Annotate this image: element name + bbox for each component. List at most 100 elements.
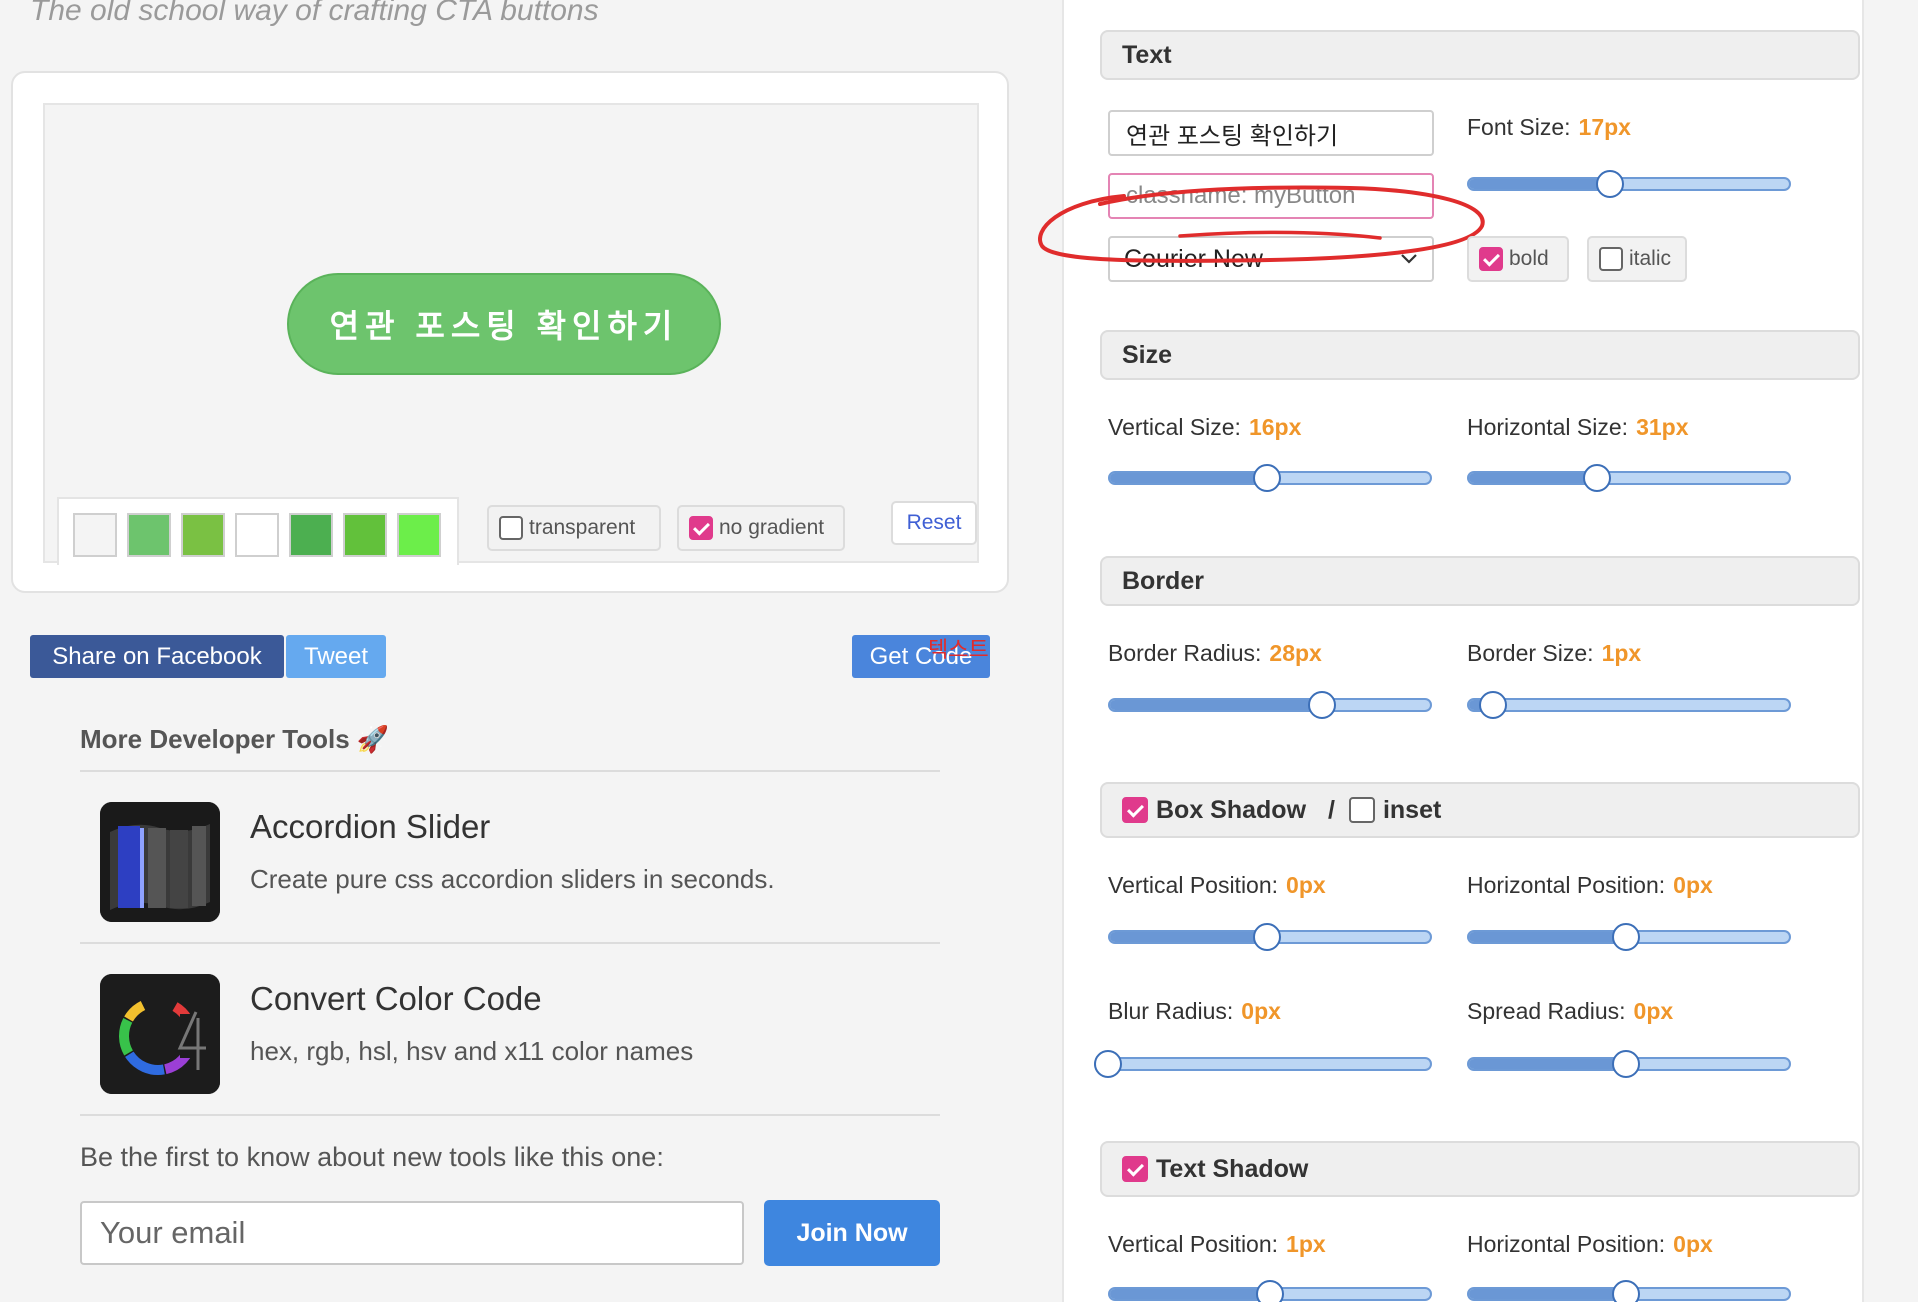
accordion-slider-icon[interactable]: [100, 802, 220, 922]
no-gradient-toggle[interactable]: no gradient: [677, 505, 845, 551]
convert-color-icon[interactable]: [100, 974, 220, 1094]
slider-track[interactable]: [1467, 471, 1791, 485]
box-shadow-horizontal-label: Horizontal Position: 0px: [1467, 872, 1713, 898]
vertical-size-slider[interactable]: [1108, 464, 1432, 492]
preview-card: 연관 포스팅 확인하기 transparent no gradient Rese…: [11, 71, 1009, 593]
email-input[interactable]: [80, 1201, 744, 1265]
slider-track[interactable]: [1108, 698, 1432, 712]
color-swatch-bar: [57, 497, 459, 565]
join-now-button[interactable]: Join Now: [764, 1200, 940, 1266]
slider-fill: [1469, 1059, 1626, 1069]
border-size-slider[interactable]: [1467, 691, 1791, 719]
color-swatch[interactable]: [181, 513, 225, 557]
slider-handle[interactable]: [1252, 923, 1281, 951]
border-section-header: Border: [1100, 556, 1860, 606]
slider-handle[interactable]: [1611, 1280, 1640, 1302]
color-swatch[interactable]: [397, 513, 441, 557]
spread-radius-slider[interactable]: [1467, 1050, 1791, 1078]
slider-track[interactable]: [1467, 698, 1791, 712]
slider-track[interactable]: [1467, 177, 1791, 191]
inset-checkbox[interactable]: [1348, 797, 1375, 823]
slider-handle[interactable]: [1611, 923, 1640, 951]
text-shadow-vertical-slider[interactable]: [1108, 1280, 1432, 1302]
tool-title[interactable]: Convert Color Code: [250, 980, 542, 1018]
slider-handle[interactable]: [1595, 170, 1624, 198]
vertical-size-label: Vertical Size: 16px: [1108, 414, 1302, 440]
box-shadow-section-header: Box Shadow / inset: [1100, 782, 1860, 838]
slider-handle[interactable]: [1307, 691, 1336, 719]
slider-fill: [1469, 1289, 1626, 1299]
color-swatch[interactable]: [235, 513, 279, 557]
transparent-toggle[interactable]: transparent: [487, 505, 661, 551]
box-shadow-horizontal-slider[interactable]: [1467, 923, 1791, 951]
bold-label: bold: [1509, 247, 1549, 270]
size-section-header: Size: [1100, 330, 1860, 380]
box-shadow-horizontal-value: 0px: [1673, 872, 1713, 898]
slider-handle[interactable]: [1252, 464, 1281, 492]
text-shadow-vertical-label: Vertical Position: 1px: [1108, 1231, 1326, 1257]
bold-toggle[interactable]: bold: [1467, 236, 1569, 282]
no-gradient-label: no gradient: [719, 516, 825, 539]
box-shadow-vertical-slider[interactable]: [1108, 923, 1432, 951]
no-gradient-checkbox[interactable]: [689, 516, 713, 540]
slider-handle[interactable]: [1256, 1280, 1284, 1302]
text-shadow-horizontal-slider[interactable]: [1467, 1280, 1791, 1302]
color-swatch[interactable]: [289, 513, 333, 557]
blur-radius-label: Blur Radius: 0px: [1108, 998, 1281, 1024]
blur-radius-slider[interactable]: [1094, 1050, 1432, 1078]
annotation-overlay-text: 텍스트: [928, 637, 989, 662]
preview-cta-button[interactable]: 연관 포스팅 확인하기: [287, 273, 721, 375]
text-shadow-checkbox[interactable]: [1122, 1156, 1148, 1182]
spread-radius-label: Spread Radius: 0px: [1467, 998, 1674, 1024]
slider-track[interactable]: [1094, 1057, 1432, 1071]
bold-checkbox[interactable]: [1479, 247, 1503, 271]
slider-handle[interactable]: [1582, 464, 1611, 492]
spread-radius-value: 0px: [1633, 998, 1674, 1024]
newsletter-prompt: Be the first to know about new tools lik…: [80, 1142, 664, 1172]
reset-button[interactable]: Reset: [891, 501, 977, 545]
font-size-slider[interactable]: [1467, 170, 1791, 198]
slider-handle[interactable]: [1611, 1050, 1640, 1078]
color-swatch[interactable]: [73, 513, 117, 557]
slider-handle[interactable]: [1478, 691, 1507, 719]
text-shadow-horizontal-label: Horizontal Position: 0px: [1467, 1231, 1713, 1257]
more-tools-title: More Developer Tools 🚀: [80, 724, 390, 754]
horizontal-size-slider[interactable]: [1467, 464, 1791, 492]
section-heading: Border: [1122, 566, 1204, 595]
text-shadow-horizontal-value: 0px: [1673, 1231, 1713, 1257]
horizontal-size-label: Horizontal Size: 31px: [1467, 414, 1689, 440]
italic-toggle[interactable]: italic: [1587, 236, 1687, 282]
slider-fill: [1469, 473, 1597, 483]
tweet-button[interactable]: Tweet: [286, 635, 386, 678]
button-text-input[interactable]: 연관 포스팅 확인하기: [1108, 110, 1434, 156]
slider-fill: [1110, 1289, 1270, 1299]
section-heading: Text: [1122, 40, 1172, 69]
font-size-label: Font Size: 17px: [1467, 114, 1631, 140]
font-size-value: 17px: [1578, 114, 1631, 140]
tagline: The old school way of crafting CTA butto…: [30, 0, 599, 27]
inset-label: inset: [1382, 795, 1442, 824]
transparent-checkbox[interactable]: [499, 516, 523, 540]
slider-fill: [1469, 179, 1610, 189]
slider-fill: [1110, 473, 1267, 483]
section-heading: Size: [1122, 340, 1173, 369]
border-radius-slider[interactable]: [1108, 691, 1432, 719]
border-radius-label: Border Radius: 28px: [1108, 640, 1322, 666]
italic-checkbox[interactable]: [1599, 247, 1623, 271]
preview-area: 연관 포스팅 확인하기 transparent no gradient Rese…: [43, 103, 979, 565]
box-shadow-vertical-value: 0px: [1286, 872, 1326, 898]
box-shadow-checkbox[interactable]: [1122, 797, 1148, 823]
color-swatch[interactable]: [127, 513, 171, 557]
tool-title[interactable]: Accordion Slider: [250, 808, 490, 846]
divider: [80, 770, 940, 772]
border-size-label: Border Size: 1px: [1467, 640, 1642, 666]
slider-fill: [1110, 700, 1322, 710]
share-facebook-button[interactable]: Share on Facebook: [30, 635, 284, 678]
slider-handle[interactable]: [1094, 1050, 1122, 1078]
tool-description: Create pure css accordion sliders in sec…: [250, 864, 775, 894]
transparent-label: transparent: [529, 516, 636, 539]
text-section-header: Text: [1100, 30, 1860, 80]
color-swatch[interactable]: [343, 513, 387, 557]
italic-label: italic: [1629, 247, 1672, 270]
horizontal-size-value: 31px: [1636, 414, 1689, 440]
